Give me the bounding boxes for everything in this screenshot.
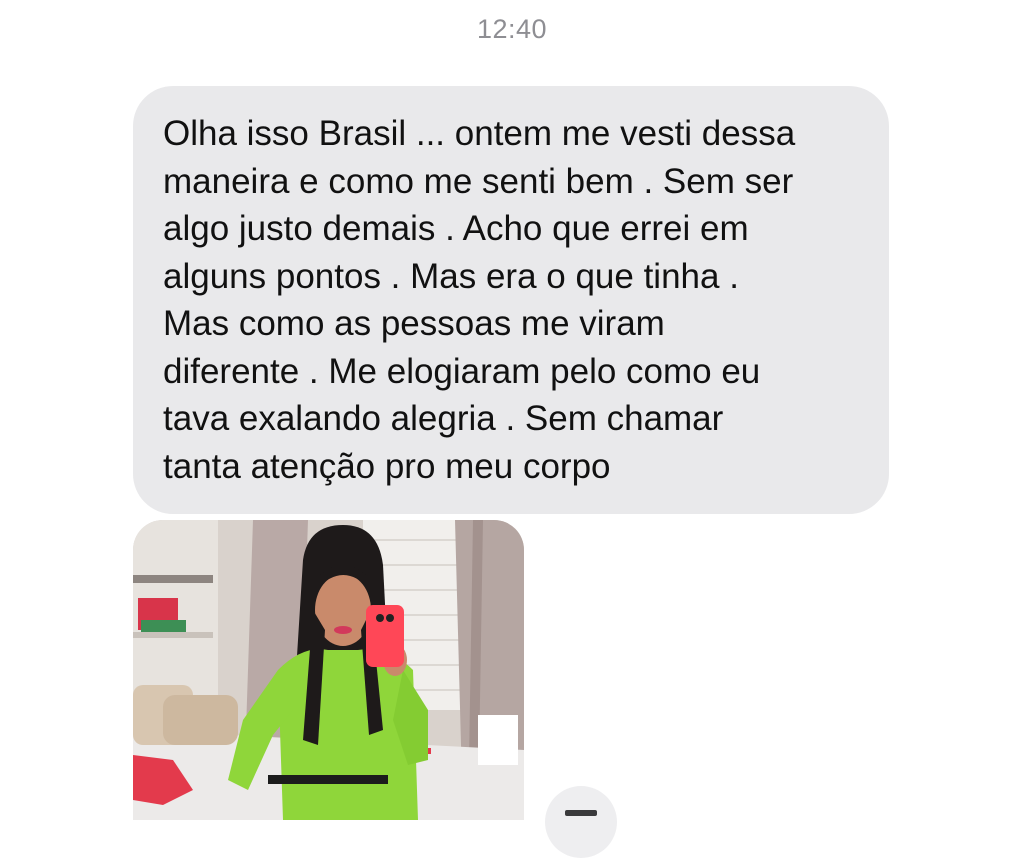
photo-attachment[interactable] [133, 520, 524, 820]
message-bubble[interactable]: Olha isso Brasil ... ontem me vesti dess… [133, 86, 889, 514]
message-line: algo justo demais . Acho que errei em [163, 209, 749, 248]
message-line: Mas como as pessoas me viram [163, 304, 665, 343]
share-icon [565, 810, 597, 816]
message-line: diferente . Me elogiaram pelo como eu [163, 351, 761, 391]
message-line: Olha isso Brasil ... ontem me vesti dess… [163, 114, 796, 153]
message-timestamp: 12:40 [476, 14, 548, 44]
message-line: alguns pontos . Mas era o que tinha . [163, 256, 739, 296]
message-line: maneira e como me senti bem . Sem ser [163, 161, 794, 201]
mirror-selfie-image [133, 520, 524, 820]
message-line: tava exalando alegria . Sem chamar [163, 399, 724, 438]
share-button[interactable] [545, 786, 617, 858]
message-line: tanta atenção pro meu corpo [163, 446, 611, 486]
phone [366, 605, 404, 667]
belt [268, 775, 388, 784]
